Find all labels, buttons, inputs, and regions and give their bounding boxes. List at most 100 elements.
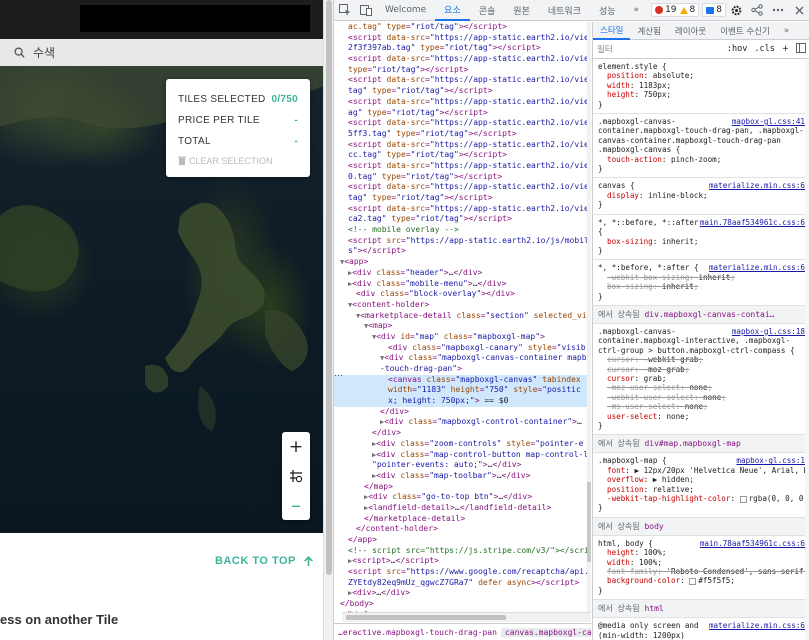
dom-node-line[interactable]: <script data-src="https://app-static.ear… [334, 118, 591, 129]
css-property[interactable]: position: absolute; [598, 71, 805, 80]
dom-node-line[interactable]: <script data-src="https://app-static.ear… [334, 140, 591, 151]
breadcrumb-parent[interactable]: …eractive.mapboxgl-touch-drag-pan [334, 628, 501, 637]
device-toggle-button[interactable] [355, 0, 376, 21]
css-property[interactable]: -webkit-box-sizing: inherit; [598, 273, 805, 282]
style-rule[interactable]: main.78aaf534961c.css:6 *, *::before, *::… [593, 215, 809, 261]
elements-horizontal-scrollbar-thumb[interactable] [346, 615, 506, 620]
rule-source-link[interactable]: mapbox-gl.css:18 [732, 327, 805, 336]
dom-node-line[interactable]: </div> [334, 407, 591, 418]
styles-filter-input[interactable]: 필터 [597, 43, 720, 55]
dom-node-line[interactable]: </app> [334, 535, 591, 546]
zoom-in-button[interactable]: + [282, 432, 310, 461]
css-property[interactable]: -moz-user-select: none; [598, 383, 805, 392]
style-rule[interactable]: mapbox-gl.css:18 .mapboxgl-canvas-contain… [593, 324, 809, 436]
dom-node-line[interactable]: <div class="block-overlay"></div> [334, 289, 591, 300]
dom-node-line[interactable]: ▶<div class="map-control-button map-cont… [334, 450, 591, 461]
toggle-sidebar-button[interactable] [796, 42, 806, 56]
dom-node-line[interactable]: <!-- mobile overlay --> [334, 225, 591, 236]
css-property[interactable]: box-sizing: inherit; [598, 237, 805, 246]
dom-node-line[interactable]: type="riot/tag"></script> [334, 65, 591, 76]
dom-node-line[interactable]: ca2.tag" type="riot/tag"></script> [334, 214, 591, 225]
dom-node-line[interactable]: ZYEtdy82eq9mUz_qgwcZ7GRa7" defer async><… [334, 578, 591, 589]
css-property[interactable]: cursor: -webkit-grab; [598, 355, 805, 364]
style-rule[interactable]: materialize.min.css:6 canvas {display: in… [593, 178, 809, 215]
dom-node-line[interactable]: <script src="https://app-static.earth2.i… [334, 236, 591, 247]
customize-button[interactable] [747, 0, 768, 21]
dom-node-line[interactable]: </body> [334, 599, 591, 610]
cls-toggle[interactable]: .cls [754, 44, 774, 54]
dom-node-line[interactable]: cc.tag" type="riot/tag"></script> [334, 150, 591, 161]
dom-node-line[interactable]: tag" type="riot/tag"></script> [334, 86, 591, 97]
elements-tree[interactable]: ac.tag" type="riot/tag"></script> <script… [334, 22, 591, 612]
tab-computed[interactable]: 계산됨 [630, 22, 667, 40]
dom-node-line[interactable]: ag" type="riot/tag"></script> [334, 108, 591, 119]
tab-welcome[interactable]: Welcome [376, 0, 435, 21]
css-property[interactable]: height: 750px; [598, 90, 805, 99]
css-property[interactable]: width: 100%; [598, 558, 805, 567]
inspect-element-button[interactable] [334, 0, 355, 21]
close-devtools-button[interactable] [789, 0, 809, 21]
css-property[interactable]: background-color: #f5f5f5; [598, 576, 805, 585]
styles-more-tabs[interactable]: » [777, 22, 796, 40]
dom-node-line[interactable]: ▼<content-holder> [334, 300, 591, 311]
css-property[interactable]: cursor: grab; [598, 374, 805, 383]
rule-source-link[interactable]: main.78aaf534961c.css:6 [700, 539, 805, 548]
dom-node-line[interactable]: 5ff3.tag" type="riot/tag"></script> [334, 129, 591, 140]
style-rule[interactable]: main.78aaf534961c.css:6 html, body {heigh… [593, 536, 809, 601]
tab-network[interactable]: 네트워크 [539, 0, 590, 21]
new-rule-button[interactable]: + [782, 44, 789, 54]
css-property[interactable]: box-sizing: inherit; [598, 282, 805, 291]
css-property[interactable]: position: relative; [598, 485, 805, 494]
css-property[interactable]: cursor: -moz-grab; [598, 365, 805, 374]
dom-node-line[interactable]: "pointer-events: auto;">…</div> [334, 460, 591, 471]
dom-node-line[interactable]: ▶<landfield-detail>…</landfield-detail> [334, 503, 591, 514]
dom-node-line[interactable]: <script data-src="https://app-static.ear… [334, 33, 591, 44]
style-rule[interactable]: mapbox-gl.css:1 .mapboxgl-map {font: ▶ 12… [593, 453, 809, 518]
dom-node-line[interactable]: ac.tag" type="riot/tag"></script> [334, 22, 591, 33]
dom-node-line[interactable]: ▶<div class="map-toolbar">…</div> [334, 471, 591, 482]
css-property[interactable]: touch-action: pinch-zoom; [598, 155, 805, 164]
dom-node-line[interactable]: <!-- script src="https://js.stripe.com/v… [334, 546, 591, 557]
dom-node-line[interactable]: <div class="mapboxgl-canary" style="visi… [334, 343, 591, 354]
dom-node-line[interactable]: 2f3f397ab.tag" type="riot/tag"></script> [334, 43, 591, 54]
rule-source-link[interactable]: materialize.min.css:6 [709, 621, 805, 630]
css-property[interactable]: -webkit-tap-highlight-color: rgba(0, 0, … [598, 494, 809, 503]
elements-vertical-scrollbar-thumb[interactable] [587, 482, 591, 562]
dom-node-line[interactable]: </div> [334, 428, 591, 439]
css-property[interactable]: overflow: ▶ hidden; [598, 475, 805, 484]
search-input[interactable]: 수색 [33, 44, 55, 61]
rule-source-link[interactable]: mapbox-gl.css:1 [736, 456, 805, 465]
dom-node-line[interactable]: </content-holder> [334, 524, 591, 535]
style-rule[interactable]: materialize.min.css:6 @media only screen … [593, 618, 809, 640]
tab-styles[interactable]: 스타일 [593, 22, 631, 40]
color-swatch[interactable] [689, 577, 697, 585]
zoom-out-button[interactable]: – [282, 490, 310, 519]
style-rule[interactable]: materialize.min.css:6 *, *:before, *:afte… [593, 260, 809, 306]
rule-source-link[interactable]: materialize.min.css:6 [709, 181, 805, 190]
style-rule[interactable]: element.style {position: absolute; width:… [593, 59, 809, 115]
dom-node-line[interactable]: ▶<div>…</div> [334, 588, 591, 599]
dom-node-line[interactable]: ▼<map> [334, 321, 591, 332]
more-options-button[interactable] [768, 0, 789, 21]
page-scrollbar-thumb[interactable] [326, 0, 332, 575]
dom-node-line[interactable]: ▼<marketplace-detail class="section" sel… [334, 311, 591, 322]
page-scrollbar[interactable] [323, 0, 333, 640]
dom-node-line[interactable]: ▶<script>…</script> [334, 556, 591, 567]
dom-node-line[interactable]: <script data-src="https://app-static.ear… [334, 54, 591, 65]
css-property[interactable]: -webkit-user-select: none; [598, 393, 805, 402]
dom-node-line[interactable]: <script data-src="https://app-static.ear… [334, 204, 591, 215]
dom-node-line[interactable]: tag" type="riot/tag"></script> [334, 193, 591, 204]
more-tabs-button[interactable]: » [625, 0, 649, 21]
back-to-top-button[interactable]: BACK TO TOP [215, 555, 313, 567]
selected-dom-node-line[interactable]: width="1183" height="750" style="positic [334, 385, 591, 397]
dom-node-line[interactable]: s"></script> [334, 246, 591, 257]
dom-node-line[interactable]: ▶<div class="go-to-top btn">…</div> [334, 492, 591, 503]
dom-node-line[interactable]: </map> [334, 482, 591, 493]
elements-horizontal-scrollbar[interactable] [342, 612, 591, 622]
style-rules-list[interactable]: element.style {position: absolute; width:… [593, 59, 809, 640]
tab-performance[interactable]: 성능 [590, 0, 625, 21]
breadcrumb-current[interactable]: canvas.mapboxgl-canvas [500, 627, 591, 637]
issues-badge[interactable]: 8 [702, 3, 726, 17]
tab-layout[interactable]: 레이아웃 [668, 22, 713, 40]
css-property[interactable]: -ms-user-select: none; [598, 402, 805, 411]
